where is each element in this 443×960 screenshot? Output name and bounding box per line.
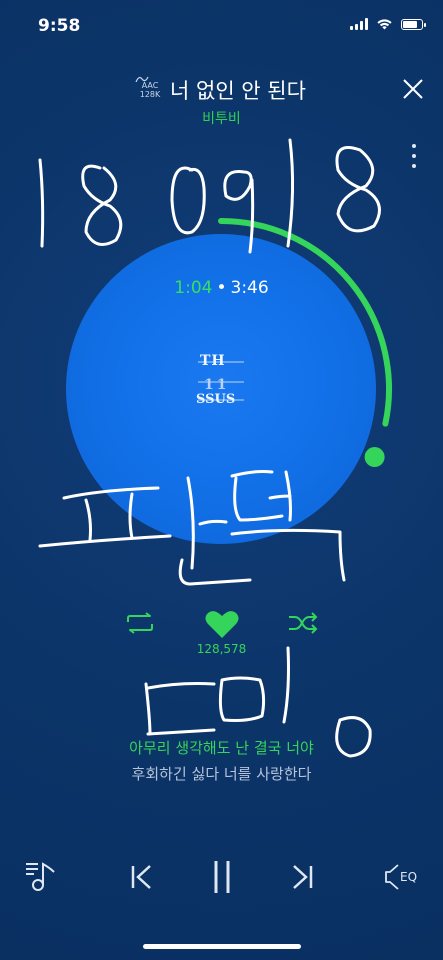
playlist-button[interactable]: [24, 858, 60, 894]
next-icon: [293, 865, 313, 889]
album-art-line2: 11: [204, 377, 230, 393]
progress-ring[interactable]: [0, 0, 443, 960]
progress-knob: [364, 447, 385, 468]
like-button[interactable]: [204, 608, 240, 640]
pause-icon: [214, 861, 230, 893]
home-indicator[interactable]: [143, 944, 301, 949]
album-art: TH 11 SSUS: [196, 354, 246, 420]
heart-icon: [205, 611, 239, 638]
progress-arc: [218, 218, 392, 427]
next-button[interactable]: [288, 862, 316, 892]
eq-label: EQ: [400, 870, 418, 884]
playlist-icon: [26, 862, 55, 891]
lyric-current-line[interactable]: 아무리 생각해도 난 결국 너야: [0, 737, 443, 758]
lyric-next-line[interactable]: 후회하긴 싫다 너를 사랑한다: [0, 763, 443, 784]
shuffle-button[interactable]: [287, 612, 319, 634]
album-art-line1: TH: [200, 353, 226, 369]
eq-button[interactable]: EQ: [382, 862, 422, 892]
previous-icon: [131, 865, 151, 889]
album-art-line3: SSUS: [196, 392, 236, 407]
time-separator: •: [216, 278, 227, 298]
previous-button[interactable]: [128, 862, 156, 892]
current-time: 1:04: [174, 278, 213, 298]
like-count: 128,578: [196, 642, 247, 656]
repeat-icon: [127, 612, 153, 634]
total-time: 3:46: [230, 278, 269, 298]
time-readout: 1:04 • 3:46: [0, 278, 443, 298]
shuffle-icon: [289, 612, 318, 634]
repeat-button[interactable]: [124, 612, 156, 634]
pause-button[interactable]: [208, 858, 236, 896]
player-screen: 9:58 AAC 128K 너 없인 안 된다 비투비 1:04 • 3:46 …: [0, 0, 443, 960]
eq-icon: [385, 864, 399, 890]
